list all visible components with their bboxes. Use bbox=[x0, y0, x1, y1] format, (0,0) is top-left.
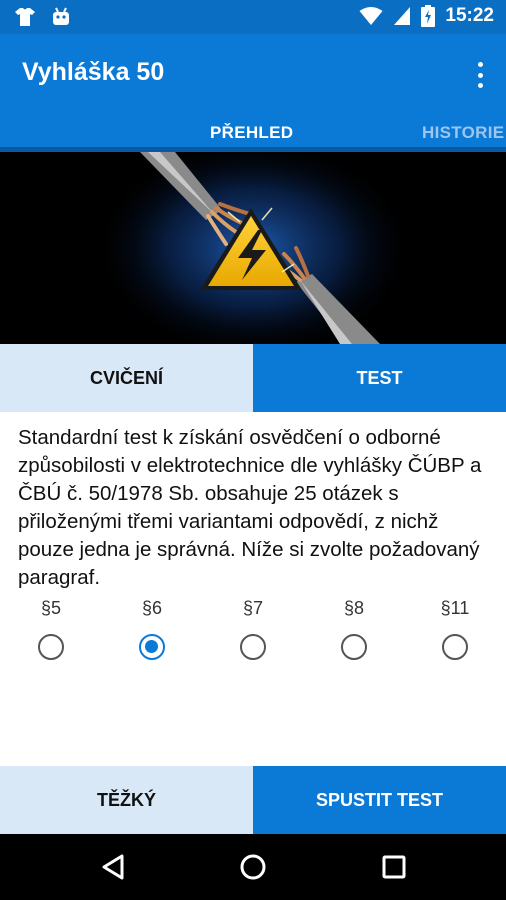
paragraph-label: §6 bbox=[141, 598, 163, 618]
navigation-bar bbox=[0, 834, 506, 900]
mode-selector: CVIČENÍ TEST bbox=[0, 344, 506, 412]
app-title: Vyhláška 50 bbox=[22, 58, 165, 86]
paragraph-option-6[interactable]: §6 bbox=[117, 598, 187, 660]
paragraph-option-11[interactable]: §11 bbox=[420, 598, 490, 660]
difficulty-button[interactable]: TĚŽKÝ bbox=[0, 766, 253, 834]
status-bar: 15:22 bbox=[0, 0, 506, 34]
radio-button[interactable] bbox=[341, 634, 367, 660]
paragraph-option-5[interactable]: §5 bbox=[16, 598, 86, 660]
radio-button[interactable] bbox=[442, 634, 468, 660]
test-description: Standardní test k získání osvědčení o od… bbox=[18, 426, 482, 589]
practice-button[interactable]: CVIČENÍ bbox=[0, 344, 253, 412]
shirt-notification-icon bbox=[15, 8, 35, 26]
test-button[interactable]: TEST bbox=[253, 344, 506, 412]
paragraph-option-8[interactable]: §8 bbox=[319, 598, 389, 660]
back-icon[interactable] bbox=[98, 851, 130, 883]
electric-cables-warning-icon bbox=[0, 152, 506, 344]
tab-bar: PŘEHLED HISTORIE bbox=[0, 114, 506, 152]
radio-button[interactable] bbox=[240, 634, 266, 660]
paragraph-selector: §5 §6 §7 §8 §11 bbox=[0, 598, 506, 668]
overflow-menu-icon[interactable] bbox=[470, 58, 490, 92]
battery-charging-icon bbox=[421, 5, 436, 27]
home-icon[interactable] bbox=[237, 851, 269, 883]
cell-signal-icon bbox=[394, 7, 411, 25]
tab-overview[interactable]: PŘEHLED bbox=[210, 123, 293, 143]
android-notification-icon bbox=[53, 7, 69, 25]
paragraph-label: §5 bbox=[40, 598, 62, 618]
status-time: 15:22 bbox=[445, 5, 494, 26]
paragraph-label: §11 bbox=[440, 598, 470, 618]
notification-icons bbox=[14, 6, 72, 28]
system-icons: 15:22 bbox=[359, 5, 494, 27]
radio-button[interactable] bbox=[139, 634, 165, 660]
bottom-actions: TĚŽKÝ SPUSTIT TEST bbox=[0, 766, 506, 834]
paragraph-label: §8 bbox=[343, 598, 365, 618]
paragraph-option-7[interactable]: §7 bbox=[218, 598, 288, 660]
wifi-icon bbox=[359, 7, 383, 25]
app-bar: Vyhláška 50 bbox=[0, 34, 506, 114]
paragraph-label: §7 bbox=[242, 598, 264, 618]
recents-icon[interactable] bbox=[378, 851, 410, 883]
banner-image bbox=[0, 152, 506, 344]
radio-button[interactable] bbox=[38, 634, 64, 660]
tab-history[interactable]: HISTORIE bbox=[422, 123, 504, 143]
start-test-button[interactable]: SPUSTIT TEST bbox=[253, 766, 506, 834]
